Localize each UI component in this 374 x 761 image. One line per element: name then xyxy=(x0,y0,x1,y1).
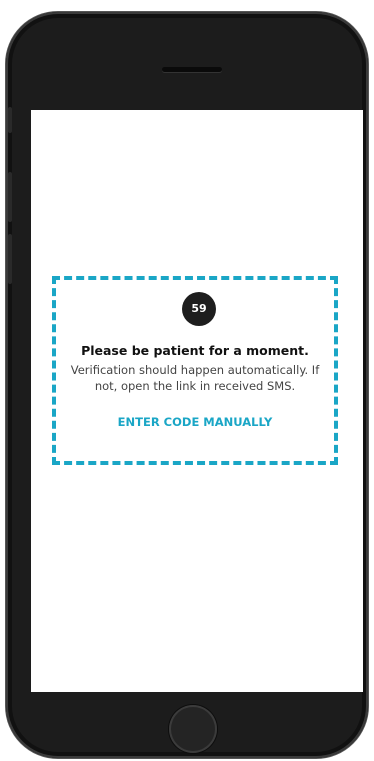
verification-message: Verification should happen automatically… xyxy=(70,363,320,393)
phone-frame: 59 Please be patient for a moment. Verif… xyxy=(6,12,368,758)
volume-down-button xyxy=(8,234,12,284)
enter-code-manually-link[interactable]: ENTER CODE MANUALLY xyxy=(56,415,334,429)
volume-up-button xyxy=(8,172,12,222)
home-button[interactable] xyxy=(169,705,217,753)
speaker-grille xyxy=(162,67,222,72)
countdown-timer: 59 xyxy=(182,292,216,326)
verification-title: Please be patient for a moment. xyxy=(81,343,309,358)
screen: 59 Please be patient for a moment. Verif… xyxy=(31,110,363,692)
mute-switch xyxy=(8,107,12,133)
verification-panel: 59 Please be patient for a moment. Verif… xyxy=(52,276,338,465)
